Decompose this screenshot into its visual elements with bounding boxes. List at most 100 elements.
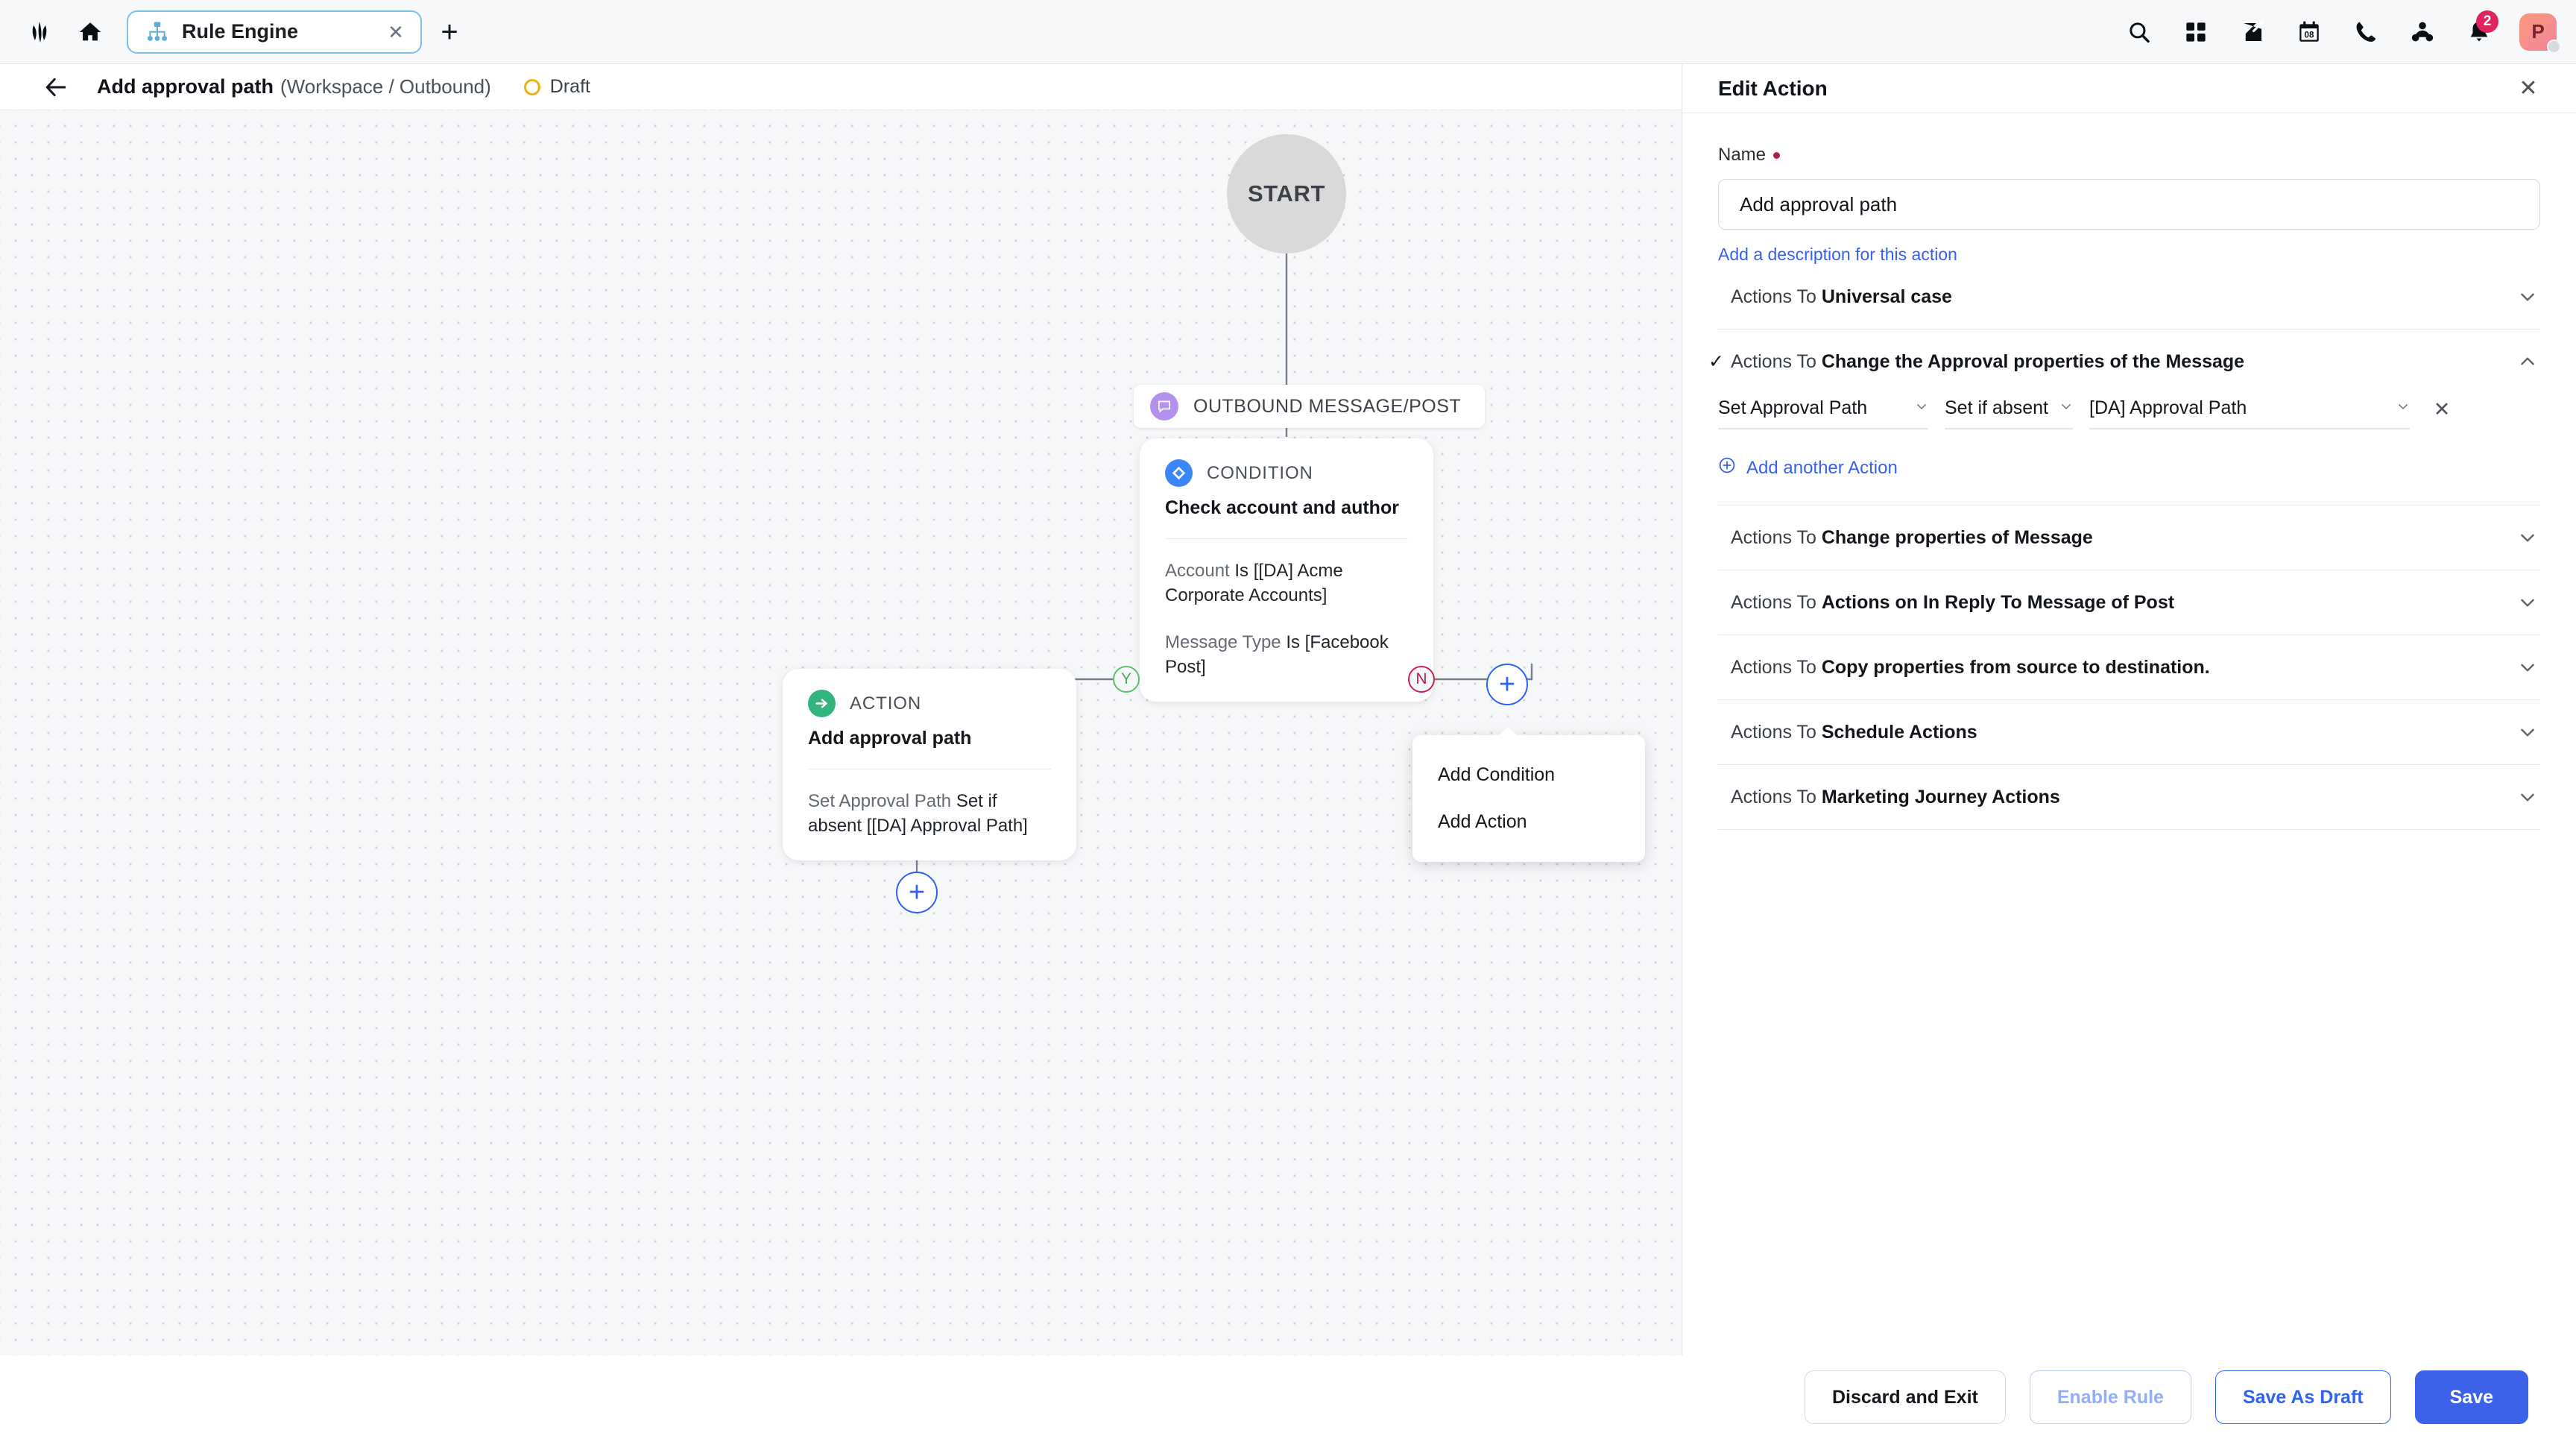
accordion-name: Marketing Journey Actions (1821, 786, 2060, 807)
chevron-down-icon[interactable] (2515, 284, 2540, 309)
accordion-label-schedule-actions: Actions To Schedule Actions (1731, 722, 1977, 743)
save-as-draft-button[interactable]: Save As Draft (2214, 1370, 2391, 1424)
avatar-initial: P (2531, 20, 2545, 42)
condition-rule-2-op: Is (1286, 632, 1300, 653)
condition-node-rules: Account Is [[DA] Acme Corporate Accounts… (1165, 538, 1408, 679)
branch-badge-yes[interactable]: Y (1113, 666, 1140, 693)
condition-rule-1-op: Is (1234, 561, 1249, 581)
accordion-name: Schedule Actions (1821, 721, 1977, 743)
edit-action-panel-body: Name Add a description for this action A… (1682, 113, 2576, 1355)
chevron-down-icon[interactable] (2515, 720, 2540, 745)
back-arrow-icon[interactable] (42, 72, 72, 102)
search-icon[interactable] (2111, 7, 2168, 57)
edit-action-panel: Edit Action ✕ Name Add a description for… (1682, 64, 2576, 1355)
action-node-rules: Set Approval Path Set if absent [[DA] Ap… (808, 769, 1051, 838)
chevron-down-icon[interactable] (2515, 655, 2540, 680)
value-select[interactable]: [DA] Approval Path (2089, 397, 2410, 429)
status-label: Draft (549, 76, 590, 97)
close-icon[interactable]: ✕ (385, 21, 407, 43)
compose-icon[interactable] (2224, 7, 2281, 57)
page-scope: (Workspace / Outbound) (280, 75, 491, 98)
save-button[interactable]: Save (2414, 1370, 2528, 1424)
chevron-down-icon[interactable] (2515, 590, 2540, 615)
accordion-row-schedule-actions: Actions To Schedule Actions (1718, 700, 2540, 765)
tab-rule-engine[interactable]: Rule Engine ✕ (127, 10, 422, 54)
accordion-row-universal-case: Actions To Universal case (1718, 265, 2540, 330)
chevron-down-icon[interactable] (2515, 784, 2540, 810)
accordion-prefix: Actions To (1731, 656, 1816, 678)
accordion-prefix: Actions To (1731, 786, 1816, 807)
chevron-down-icon (2396, 400, 2410, 417)
accordion-check-icon: ✓ (1708, 350, 1724, 372)
start-node[interactable]: START (1227, 134, 1346, 254)
action-rule-1-value: [[DA] Approval Path] (866, 816, 1028, 837)
condition-node-head: CONDITION (1165, 459, 1408, 487)
collaboration-icon[interactable] (2394, 7, 2451, 57)
accordion-header-universal-case[interactable]: Actions To Universal case (1718, 265, 2540, 329)
action-rule-1: Set Approval Path Set if absent [[DA] Ap… (808, 789, 1051, 838)
condition-rule-2-field: Message Type (1165, 632, 1281, 653)
name-label-text: Name (1718, 145, 1767, 165)
branch-badge-no[interactable]: N (1408, 666, 1435, 693)
menu-item-add-action[interactable]: Add Action (1412, 799, 1645, 846)
condition-node[interactable]: CONDITION Check account and author Accou… (1140, 438, 1433, 702)
accordion-name: Change the Approval properties of the Me… (1821, 350, 2245, 372)
property-select[interactable]: Set Approval Path (1718, 397, 1928, 429)
page-title: Add approval path (97, 75, 274, 98)
accordion-row-in-reply-to-message: Actions To Actions on In Reply To Messag… (1718, 570, 2540, 635)
new-tab-button[interactable]: + (432, 15, 467, 49)
add-node-menu[interactable]: Add Condition Add Action (1412, 727, 1645, 862)
accordion-row-change-approval-properties: ✓ Actions To Change the Approval propert… (1708, 330, 2540, 506)
menu-item-add-condition[interactable]: Add Condition (1412, 752, 1645, 799)
home-icon[interactable] (69, 10, 112, 54)
footer-action-bar: Discard and Exit Enable Rule Save As Dra… (0, 1355, 2576, 1439)
action-node[interactable]: ACTION Add approval path Set Approval Pa… (783, 669, 1076, 861)
page-header: Add approval path (Workspace / Outbound)… (0, 64, 1682, 110)
action-config-row: Set Approval Path Set if absent [DA] App… (1718, 397, 2540, 429)
discard-and-exit-button[interactable]: Discard and Exit (1804, 1370, 2006, 1424)
enable-rule-button[interactable]: Enable Rule (2029, 1370, 2191, 1424)
remove-action-row-button[interactable]: ✕ (2429, 397, 2455, 422)
accordion-header-change-properties-of-message[interactable]: Actions To Change properties of Message (1718, 506, 2540, 570)
accordion-header-marketing-journey-actions[interactable]: Actions To Marketing Journey Actions (1718, 765, 2540, 829)
action-node-kind: ACTION (850, 693, 922, 714)
accordion-label-in-reply-to-message: Actions To Actions on In Reply To Messag… (1731, 592, 2174, 614)
add-another-action-button[interactable]: Add another Action (1718, 456, 2540, 479)
condition-rule-1: Account Is [[DA] Acme Corporate Accounts… (1165, 558, 1408, 608)
chevron-down-icon[interactable] (2515, 525, 2540, 550)
accordion-row-marketing-journey-actions: Actions To Marketing Journey Actions (1718, 765, 2540, 830)
panel-title: Edit Action (1718, 76, 1828, 100)
accordion-header-schedule-actions[interactable]: Actions To Schedule Actions (1718, 700, 2540, 764)
rule-canvas[interactable]: START OUTBOUND MESSAGE/POST CONDITION Ch… (0, 110, 1682, 1355)
top-bar: Rule Engine ✕ + 08 2 P (0, 0, 2576, 64)
condition-node-kind: CONDITION (1207, 462, 1313, 483)
condition-rule-2: Message Type Is [Facebook Post] (1165, 630, 1408, 679)
accordion-prefix: Actions To (1731, 286, 1816, 307)
phone-icon[interactable] (2337, 7, 2394, 57)
name-input[interactable] (1718, 179, 2540, 230)
value-select-value: [DA] Approval Path (2089, 397, 2247, 418)
accordion-prefix: Actions To (1731, 350, 1816, 372)
add-description-link[interactable]: Add a description for this action (1718, 245, 1957, 265)
add-node-button-no-branch[interactable]: + (1486, 664, 1528, 705)
sprinklr-logo-icon[interactable] (16, 9, 63, 55)
mode-select[interactable]: Set if absent (1945, 397, 2073, 429)
avatar-status-dot (2547, 39, 2561, 54)
status-dot-icon (523, 78, 540, 95)
accordion-header-in-reply-to-message[interactable]: Actions To Actions on In Reply To Messag… (1718, 570, 2540, 635)
add-node-button-after-action[interactable]: + (896, 872, 938, 913)
apps-grid-icon[interactable] (2168, 7, 2224, 57)
accordion-header-change-approval-properties[interactable]: ✓ Actions To Change the Approval propert… (1708, 330, 2540, 394)
calendar-icon[interactable]: 08 (2281, 7, 2337, 57)
accordion-name: Universal case (1821, 286, 1952, 307)
bell-icon[interactable]: 2 (2451, 7, 2507, 57)
chevron-up-icon[interactable] (2515, 349, 2540, 374)
avatar[interactable]: P (2519, 13, 2561, 54)
accordion-name: Change properties of Message (1821, 526, 2093, 548)
arrow-right-circle-icon (808, 690, 836, 717)
chevron-down-icon (1915, 400, 1928, 417)
trigger-node-outbound-message[interactable]: OUTBOUND MESSAGE/POST (1134, 385, 1486, 428)
accordion-header-copy-properties[interactable]: Actions To Copy properties from source t… (1718, 635, 2540, 699)
chevron-down-icon (2059, 400, 2073, 417)
close-icon[interactable]: ✕ (2513, 74, 2543, 104)
